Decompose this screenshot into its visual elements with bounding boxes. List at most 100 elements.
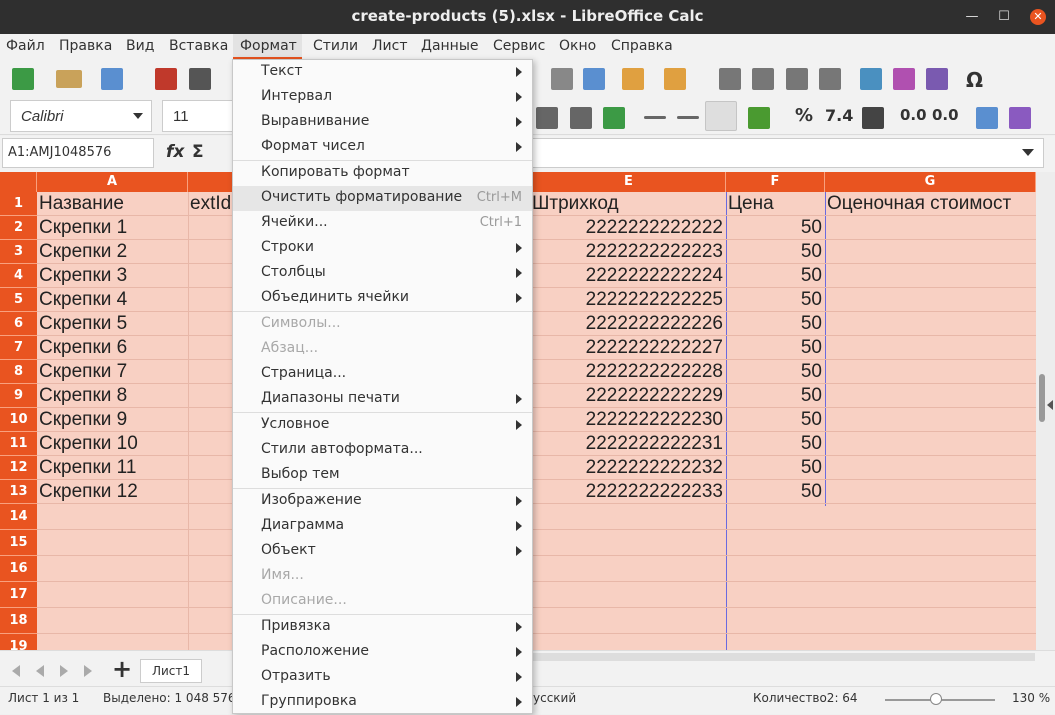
format-menu-item[interactable]: Копировать формат [233,161,532,186]
format-menu-item[interactable]: Диаграмма [233,514,532,539]
row-header[interactable]: 19 [0,634,37,650]
row-header[interactable]: 3 [0,240,37,264]
row-header[interactable]: 10 [0,408,37,432]
function-wizard-icon[interactable]: fx [166,142,184,162]
decrease-indent-icon[interactable] [1009,107,1031,129]
format-menu-item[interactable]: Отразить [233,665,532,690]
new-spreadsheet-icon[interactable] [12,68,34,90]
cell-price[interactable]: 50 [726,312,825,336]
name-box[interactable]: A1:AMJ1048576 [2,138,154,168]
cell-barcode[interactable]: 2222222222232 [532,456,726,480]
maximize-button[interactable]: ☐ [996,9,1012,25]
scroll-thumb[interactable] [1039,374,1045,422]
cell-header-price[interactable]: Цена [728,192,825,216]
cell-price[interactable]: 50 [726,336,825,360]
row-header[interactable]: 4 [0,264,37,288]
cell-price[interactable]: 50 [726,264,825,288]
first-sheet-icon[interactable] [12,665,20,677]
autospell-icon[interactable] [583,68,605,90]
print-icon[interactable] [189,68,211,90]
cell-name[interactable]: Скрепки 4 [39,288,188,312]
cell-name[interactable]: Скрепки 9 [39,408,188,432]
formula-input[interactable] [530,138,1044,168]
row-header[interactable]: 2 [0,216,37,240]
row-header[interactable]: 15 [0,530,37,556]
cell-name[interactable]: Скрепки 3 [39,264,188,288]
menu-view[interactable]: Вид [126,38,154,54]
cell-name[interactable]: Скрепки 11 [39,456,188,480]
currency-icon[interactable] [748,107,770,129]
row-header[interactable]: 6 [0,312,37,336]
insert-chart-icon[interactable] [893,68,915,90]
cell-barcode[interactable]: 2222222222224 [532,264,726,288]
format-menu-item[interactable]: Условное [233,413,532,438]
format-menu-item[interactable]: Расположение [233,640,532,665]
expand-formula-icon[interactable] [1022,149,1034,156]
row-header[interactable]: 17 [0,582,37,608]
minimize-button[interactable]: — [964,9,980,25]
special-character-icon[interactable]: Ω [966,68,988,92]
menu-file[interactable]: Файл [6,38,45,54]
format-menu-item[interactable]: Ячейки... Ctrl+1 [233,211,532,236]
sort-descending-icon[interactable] [786,68,808,90]
cell-price[interactable]: 50 [726,432,825,456]
row-header[interactable]: 9 [0,384,37,408]
menu-help[interactable]: Справка [611,38,673,54]
date-format-icon[interactable] [862,107,884,129]
row-header[interactable]: 11 [0,432,37,456]
cell-name[interactable]: Скрепки 8 [39,384,188,408]
cell-barcode[interactable]: 2222222222222 [532,216,726,240]
format-menu-item[interactable]: Объединить ячейки [233,286,532,311]
cell-name[interactable]: Скрепки 1 [39,216,188,240]
add-sheet-icon[interactable]: + [112,655,132,683]
menu-insert[interactable]: Вставка [169,38,228,54]
menu-styles[interactable]: Стили [313,38,358,54]
column-header-e[interactable]: E [532,172,726,192]
format-menu-item[interactable]: Интервал [233,85,532,110]
cell-name[interactable]: Скрепки 12 [39,480,188,504]
sum-icon[interactable]: Σ [192,142,204,162]
column-header-a[interactable]: A [37,172,188,192]
spellcheck-icon[interactable] [551,68,573,90]
number-format-icon[interactable]: 7.4 [825,106,855,128]
column-header-f[interactable]: F [726,172,825,192]
cell-header-extid[interactable]: extId [190,192,232,216]
cell-barcode[interactable]: 2222222222231 [532,432,726,456]
prev-sheet-icon[interactable] [36,665,44,677]
font-size-box[interactable]: 11 [162,100,234,132]
cell-price[interactable]: 50 [726,240,825,264]
cell-price[interactable]: 50 [726,288,825,312]
format-menu-item[interactable]: Выравнивание [233,110,532,135]
increase-indent-icon[interactable] [976,107,998,129]
cell-price[interactable]: 50 [726,216,825,240]
cell-price[interactable]: 50 [726,480,825,504]
format-menu-item[interactable]: Выбор тем [233,463,532,488]
sort-icon[interactable] [719,68,741,90]
row-header[interactable]: 14 [0,504,37,530]
row-header[interactable]: 18 [0,608,37,634]
format-menu-item[interactable]: Объект [233,539,532,564]
column-header-g[interactable]: G [825,172,1036,192]
format-menu-item[interactable]: Привязка [233,615,532,640]
font-name-box[interactable]: Calibri [10,100,152,132]
horizontal-scrollbar[interactable] [532,653,1035,661]
cell-barcode[interactable]: 2222222222227 [532,336,726,360]
insert-image-icon[interactable] [860,68,882,90]
align-top-icon[interactable] [644,116,666,119]
zoom-level[interactable]: 130 % [1012,691,1050,705]
cell-barcode[interactable]: 2222222222223 [532,240,726,264]
cell-header-barcode[interactable]: Штрихкод [532,192,726,216]
format-menu-item[interactable]: Диапазоны печати [233,387,532,412]
merge-center-icon[interactable] [603,107,625,129]
cell-barcode[interactable]: 2222222222233 [532,480,726,504]
cell-name[interactable]: Скрепки 10 [39,432,188,456]
sheet-tab[interactable]: Лист1 [140,659,202,683]
delete-decimal-icon[interactable]: 0.0 [932,106,959,128]
open-folder-icon[interactable] [56,70,82,88]
cell-name[interactable]: Скрепки 7 [39,360,188,384]
cell-header-estimated-cost[interactable]: Оценочная стоимост [827,192,1036,216]
close-button[interactable]: ✕ [1030,9,1046,25]
row-header[interactable]: 12 [0,456,37,480]
cell-name[interactable]: Скрепки 2 [39,240,188,264]
cell-barcode[interactable]: 2222222222229 [532,384,726,408]
